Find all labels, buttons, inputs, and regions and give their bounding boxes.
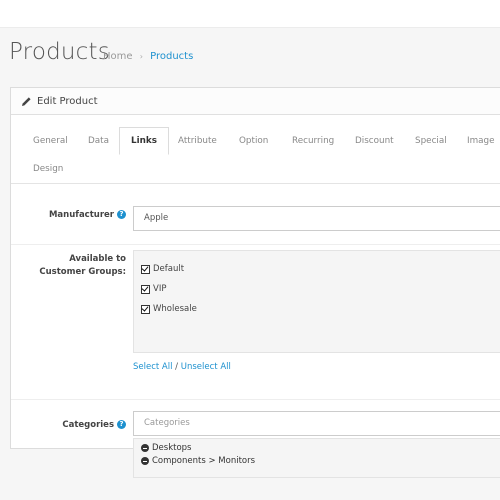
tab-general[interactable]: General <box>33 127 68 155</box>
category-item-monitors: Components > Monitors <box>141 456 255 466</box>
customer-group-label: Default <box>153 264 185 274</box>
minus-circle-icon[interactable] <box>141 457 149 465</box>
customer-groups-label-line1: Available to <box>69 254 126 264</box>
customer-groups-row: Available to Customer Groups: Default VI… <box>11 245 500 400</box>
categories-placeholder: Categories <box>144 418 190 428</box>
product-tabs: General Data Links Attribute Option Recu… <box>11 115 500 184</box>
tab-special[interactable]: Special <box>415 127 447 155</box>
category-label: Desktops <box>152 443 192 453</box>
tab-attribute[interactable]: Attribute <box>178 127 217 155</box>
minus-circle-icon[interactable] <box>141 444 149 452</box>
checkbox-checked-icon[interactable] <box>141 304 150 314</box>
customer-groups-label-line2: Customer Groups: <box>39 267 126 277</box>
edit-product-panel: Edit Product General Data Links Attribut… <box>10 87 500 478</box>
tab-discount[interactable]: Discount <box>355 127 394 155</box>
tab-recurring[interactable]: Recurring <box>292 127 334 155</box>
pencil-icon <box>21 96 32 107</box>
checkbox-checked-icon[interactable] <box>141 264 150 274</box>
breadcrumb-home[interactable]: Home <box>103 51 133 62</box>
breadcrumb-products[interactable]: Products <box>150 51 193 62</box>
content-area: Edit Product General Data Links Attribut… <box>0 85 500 500</box>
panel-title: Edit Product <box>37 95 98 107</box>
customer-groups-label: Available to Customer Groups: <box>39 253 126 279</box>
categories-row: Categories? Categories Desktops Componen… <box>11 400 500 480</box>
page-header: Products Home › Products <box>0 27 500 86</box>
breadcrumb-separator: › <box>139 52 143 61</box>
category-item-desktops: Desktops <box>141 443 191 453</box>
manufacturer-row: Manufacturer? Apple <box>11 184 500 245</box>
tab-option[interactable]: Option <box>239 127 268 155</box>
customer-group-vip[interactable]: VIP <box>141 284 166 294</box>
manufacturer-label: Manufacturer? <box>49 210 126 220</box>
categories-label-text: Categories <box>62 420 114 430</box>
customer-group-wholesale[interactable]: Wholesale <box>141 304 197 314</box>
customer-groups-well: Default VIP Wholesale <box>133 250 500 353</box>
tab-design[interactable]: Design <box>33 155 63 183</box>
manufacturer-input[interactable]: Apple <box>133 206 500 231</box>
manufacturer-label-text: Manufacturer <box>48 210 114 220</box>
customer-group-label: Wholesale <box>153 304 197 314</box>
top-spacer <box>0 0 500 27</box>
select-links: Select All / Unselect All <box>133 362 231 372</box>
tab-data[interactable]: Data <box>88 127 109 155</box>
breadcrumb: Home › Products <box>103 51 193 62</box>
page-title: Products <box>9 39 110 65</box>
panel-heading: Edit Product <box>11 88 500 115</box>
category-label: Components > Monitors <box>152 456 256 466</box>
select-divider: / <box>172 362 181 372</box>
tab-links[interactable]: Links <box>119 127 169 155</box>
categories-well: Desktops Components > Monitors <box>133 438 500 478</box>
tab-image[interactable]: Image <box>467 127 495 155</box>
question-circle-icon[interactable]: ? <box>117 210 126 219</box>
question-circle-icon[interactable]: ? <box>117 420 126 429</box>
unselect-all-link[interactable]: Unselect All <box>181 362 231 372</box>
categories-input[interactable]: Categories <box>133 411 500 436</box>
customer-group-default[interactable]: Default <box>141 264 184 274</box>
customer-group-label: VIP <box>153 284 167 294</box>
select-all-link[interactable]: Select All <box>133 362 172 372</box>
categories-label: Categories? <box>62 420 126 430</box>
checkbox-checked-icon[interactable] <box>141 284 150 294</box>
